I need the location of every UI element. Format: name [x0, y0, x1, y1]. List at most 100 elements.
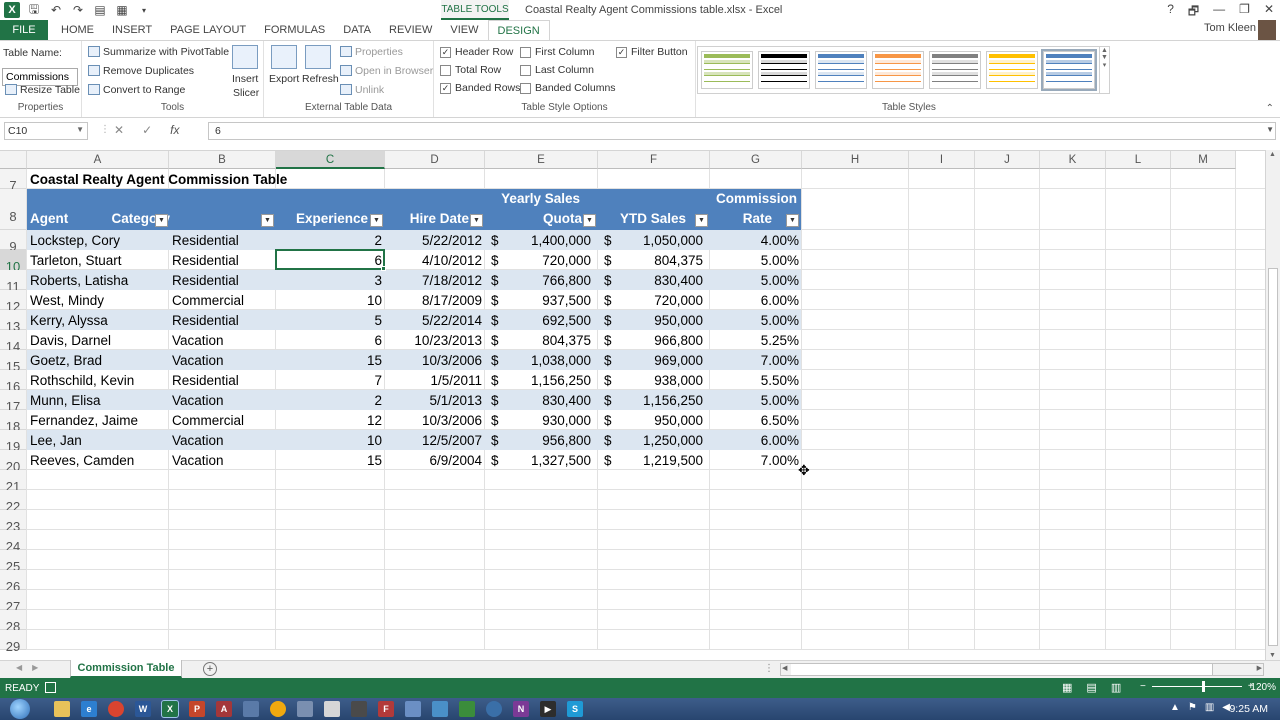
- scroll-up-icon[interactable]: ▲: [1269, 151, 1276, 158]
- file-explorer-icon[interactable]: [54, 701, 70, 717]
- row-header[interactable]: 16: [0, 370, 27, 394]
- row-header[interactable]: 22: [0, 490, 27, 514]
- scroll-down-icon[interactable]: ▼: [1269, 652, 1276, 659]
- row-header[interactable]: 9: [0, 230, 27, 254]
- zoom-knob[interactable]: [1201, 681, 1205, 692]
- cell-ytd-sales[interactable]: 950,000: [598, 410, 706, 430]
- page-layout-view-icon[interactable]: ▤: [1086, 681, 1096, 694]
- add-sheet-icon[interactable]: +: [203, 662, 217, 676]
- cell-commission-rate[interactable]: 6.50%: [710, 410, 802, 430]
- cell-commission-rate[interactable]: 4.00%: [710, 230, 802, 250]
- cancel-icon[interactable]: ✕: [114, 123, 124, 137]
- active-cell-c10[interactable]: [275, 249, 385, 270]
- cell-category[interactable]: Commercial: [169, 410, 276, 430]
- cell-category[interactable]: Vacation: [169, 330, 276, 350]
- tab-design[interactable]: DESIGN: [487, 20, 550, 40]
- total-row-checkbox[interactable]: Total Row: [440, 64, 501, 76]
- column-header[interactable]: L: [1106, 151, 1171, 169]
- cell-ytd-sales[interactable]: 720,000: [598, 290, 706, 310]
- normal-view-icon[interactable]: ▦: [1062, 681, 1072, 694]
- vlc-icon[interactable]: [270, 701, 286, 717]
- user-name[interactable]: Tom Kleen: [1204, 22, 1256, 34]
- scroll-right-icon[interactable]: ▶: [1257, 664, 1262, 672]
- filter-dropdown-icon[interactable]: ▼: [261, 214, 274, 227]
- zoom-level[interactable]: 120%: [1250, 682, 1276, 693]
- cell-ytd-sales[interactable]: 830,400: [598, 270, 706, 290]
- cell-commission-rate[interactable]: 7.00%: [710, 450, 802, 470]
- redo-icon[interactable]: ↷: [70, 2, 86, 18]
- header-row-checkbox[interactable]: ✓ Header Row: [440, 46, 513, 58]
- cell-hire-date[interactable]: 6/9/2004: [385, 450, 485, 470]
- column-header[interactable]: I: [909, 151, 975, 169]
- excel-taskbar-icon[interactable]: X: [161, 700, 179, 718]
- cell-quota[interactable]: 766,800: [485, 270, 594, 290]
- cell-commission-rate[interactable]: 5.00%: [710, 250, 802, 270]
- refresh-icon[interactable]: [305, 45, 331, 69]
- tab-insert[interactable]: INSERT: [103, 20, 161, 40]
- cell-commission-rate[interactable]: 7.00%: [710, 350, 802, 370]
- notes-icon[interactable]: [297, 701, 313, 717]
- row-header[interactable]: 12: [0, 290, 27, 314]
- row-header[interactable]: 8: [0, 189, 27, 230]
- cell-category[interactable]: Residential: [169, 230, 276, 250]
- cell-commission-rate[interactable]: 6.00%: [710, 290, 802, 310]
- cell-agent[interactable]: Munn, Elisa: [27, 390, 169, 410]
- powerpoint-icon[interactable]: P: [189, 701, 205, 717]
- cell-agent[interactable]: Goetz, Brad: [27, 350, 169, 370]
- cell-ytd-sales[interactable]: 969,000: [598, 350, 706, 370]
- cell-commission-rate[interactable]: 5.00%: [710, 390, 802, 410]
- refresh-button[interactable]: Refresh: [302, 73, 339, 85]
- cell-hire-date[interactable]: 5/22/2014: [385, 310, 485, 330]
- save-icon[interactable]: 🖫: [26, 2, 42, 18]
- app-icon[interactable]: [432, 701, 448, 717]
- cell-experience[interactable]: 10: [276, 430, 385, 450]
- cell-quota[interactable]: 956,800: [485, 430, 594, 450]
- scroll-left-icon[interactable]: ◀: [782, 664, 787, 672]
- cell-ytd-sales[interactable]: 938,000: [598, 370, 706, 390]
- calculator-icon[interactable]: [351, 701, 367, 717]
- cell-quota[interactable]: 804,375: [485, 330, 594, 350]
- flag-icon[interactable]: ⚑: [1188, 702, 1197, 713]
- filter-dropdown-icon[interactable]: ▼: [155, 214, 168, 227]
- cell-category[interactable]: Residential: [169, 250, 276, 270]
- cell-quota[interactable]: 720,000: [485, 250, 594, 270]
- row-header[interactable]: 28: [0, 610, 27, 634]
- summarize-pivottable-button[interactable]: Summarize with PivotTable: [88, 46, 229, 58]
- cell-category[interactable]: Vacation: [169, 450, 276, 470]
- remove-duplicates-button[interactable]: Remove Duplicates: [88, 65, 194, 77]
- row-header[interactable]: 29: [0, 630, 27, 654]
- column-header[interactable]: F: [598, 151, 710, 169]
- insert-slicer-label-2[interactable]: Slicer: [233, 87, 259, 99]
- tab-review[interactable]: REVIEW: [380, 20, 441, 40]
- name-box[interactable]: C10 ▼: [4, 122, 88, 140]
- cell-hire-date[interactable]: 5/22/2012: [385, 230, 485, 250]
- tab-page-layout[interactable]: PAGE LAYOUT: [161, 20, 255, 40]
- fill-handle[interactable]: [381, 266, 386, 271]
- table-style-swatch[interactable]: [986, 51, 1038, 89]
- row-header[interactable]: 23: [0, 510, 27, 534]
- banded-columns-checkbox[interactable]: Banded Columns: [520, 82, 616, 94]
- column-header[interactable]: M: [1171, 151, 1236, 169]
- cell-hire-date[interactable]: 8/17/2009: [385, 290, 485, 310]
- print-preview-icon[interactable]: ▤: [92, 2, 108, 18]
- row-header[interactable]: 19: [0, 430, 27, 454]
- cell-experience[interactable]: 2: [276, 390, 385, 410]
- column-header[interactable]: J: [975, 151, 1040, 169]
- cell-agent[interactable]: Lockstep, Cory: [27, 230, 169, 250]
- tray-expand-icon[interactable]: ▲: [1170, 702, 1180, 713]
- horizontal-scrollbar[interactable]: ◀ ▶: [780, 663, 1264, 676]
- cell-commission-rate[interactable]: 5.50%: [710, 370, 802, 390]
- open-in-browser-button[interactable]: Open in Browser: [340, 65, 433, 77]
- cell-ytd-sales[interactable]: 1,050,000: [598, 230, 706, 250]
- cell-hire-date[interactable]: 1/5/2011: [385, 370, 485, 390]
- tools-icon[interactable]: [243, 701, 259, 717]
- cell-ytd-sales[interactable]: 1,156,250: [598, 390, 706, 410]
- cell-agent[interactable]: Fernandez, Jaime: [27, 410, 169, 430]
- last-column-checkbox[interactable]: Last Column: [520, 64, 594, 76]
- row-header[interactable]: 24: [0, 530, 27, 554]
- unlink-button[interactable]: Unlink: [340, 84, 384, 96]
- column-header[interactable]: D: [385, 151, 485, 169]
- insert-function-icon[interactable]: fx: [170, 123, 179, 137]
- column-header[interactable]: C: [276, 151, 385, 169]
- tab-data[interactable]: DATA: [334, 20, 380, 40]
